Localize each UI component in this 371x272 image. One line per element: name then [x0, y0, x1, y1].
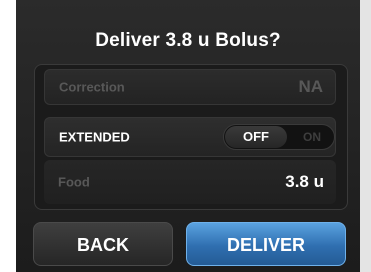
left-margin [0, 0, 16, 272]
correction-row: Correction NA [44, 69, 336, 105]
food-row: Food 3.8 u [44, 160, 336, 204]
back-button[interactable]: BACK [33, 222, 173, 266]
correction-value: NA [298, 77, 323, 96]
extended-label: EXTENDED [59, 129, 130, 145]
correction-label: Correction [59, 79, 125, 95]
right-margin [360, 0, 371, 272]
extended-row: EXTENDED OFF ON [44, 117, 336, 157]
toggle-on-option[interactable]: ON [290, 126, 334, 148]
dialog-title: Deliver 3.8 u Bolus? [95, 30, 281, 51]
food-value: 3.8 u [285, 172, 324, 191]
food-label: Food [58, 174, 90, 190]
toggle-off-option[interactable]: OFF [225, 126, 287, 148]
extended-toggle[interactable]: OFF ON [223, 124, 335, 150]
deliver-button[interactable]: DELIVER [186, 222, 346, 266]
